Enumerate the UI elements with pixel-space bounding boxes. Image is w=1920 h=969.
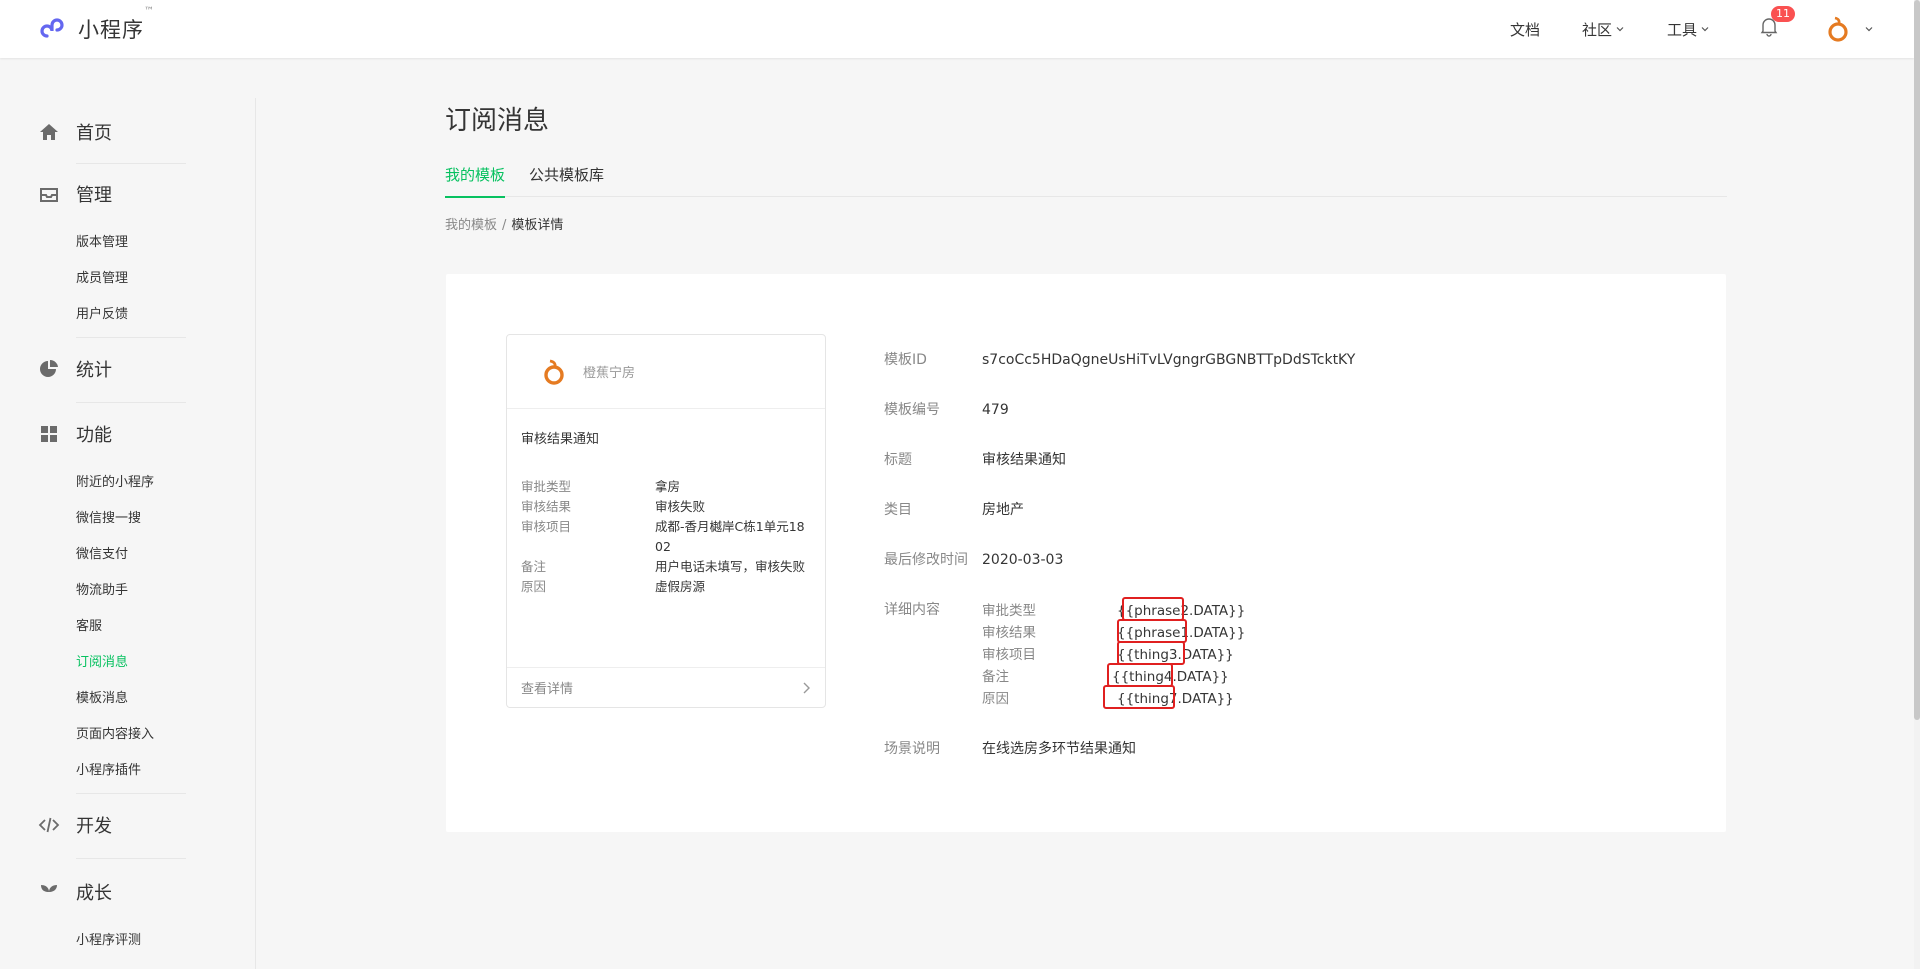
detail-title: 标题 审核结果通知 bbox=[884, 452, 1066, 468]
breadcrumb-parent[interactable]: 我的模板 bbox=[445, 218, 497, 233]
logo[interactable]: 小程序™ bbox=[38, 6, 155, 44]
breadcrumb-current: 模板详情 bbox=[511, 218, 564, 233]
detail-template-id: 模板ID s7coCc5HDaQgneUsHiTvLVgngrGBGNBTTpDd… bbox=[884, 352, 1356, 368]
brand-logo-icon bbox=[544, 359, 564, 385]
sidebar-item-stats[interactable]: 统计 bbox=[0, 350, 255, 388]
preview-brand-name: 橙蕉宁房 bbox=[583, 366, 636, 381]
keyword-list: 审批类型 {{phrase2.DATA}} 审核结果 {{phrase1.DATA}… bbox=[982, 597, 1245, 710]
highlight-box bbox=[1103, 685, 1175, 709]
preview-field: 审核结果 审核失败 bbox=[521, 499, 706, 514]
sidebar-section-stats: 统计 bbox=[0, 338, 255, 403]
template-detail-card: 橙蕉宁房 审核结果通知 审批类型 拿房 审核结果 审核失败 审核项目 成都-香月樾岸C… bbox=[446, 274, 1726, 832]
sprout-icon bbox=[41, 885, 57, 900]
tab-my-templates[interactable]: 我的模板 bbox=[445, 160, 506, 198]
notification-badge: 11 bbox=[1771, 6, 1795, 22]
sidebar-item-members[interactable]: 成员管理 bbox=[0, 261, 255, 297]
nav-docs[interactable]: 文档 bbox=[1510, 19, 1540, 40]
sidebar-item-service[interactable]: 客服 bbox=[0, 609, 255, 645]
code-icon bbox=[38, 817, 60, 833]
sidebar-item-evaluation[interactable]: 小程序评测 bbox=[0, 923, 255, 959]
chevron-right-icon bbox=[803, 682, 810, 693]
sidebar-item-subscribe[interactable]: 订阅消息 bbox=[0, 645, 255, 681]
scrollbar-thumb[interactable] bbox=[1914, 0, 1920, 720]
header-nav: 文档 社区 工具 11 bbox=[1468, 0, 1874, 58]
sidebar-section-features: 功能 附近的小程序 微信搜一搜 微信支付 物流助手 客服 订阅消息 模板消息 页… bbox=[0, 403, 255, 794]
sidebar-section-manage: 管理 版本管理 成员管理 用户反馈 bbox=[0, 164, 255, 338]
nav-tools[interactable]: 工具 bbox=[1667, 19, 1710, 40]
highlight-box bbox=[1117, 641, 1185, 665]
sidebar-section-home: 首页 bbox=[0, 98, 255, 164]
sidebar: 首页 管理 版本管理 成员管理 用户反馈 统计 功能 附近的小程序 微信搜一搜 bbox=[0, 98, 256, 969]
chevron-down-icon bbox=[1865, 27, 1873, 32]
tab-public-library[interactable]: 公共模板库 bbox=[529, 160, 604, 197]
sidebar-item-manage[interactable]: 管理 bbox=[0, 175, 255, 213]
detail-scene: 场景说明 在线选房多环节结果通知 bbox=[884, 741, 1136, 757]
sidebar-item-logistics[interactable]: 物流助手 bbox=[0, 573, 255, 609]
page-title: 订阅消息 bbox=[445, 106, 550, 136]
preview-title: 审核结果通知 bbox=[521, 432, 600, 447]
message-preview: 橙蕉宁房 审核结果通知 审批类型 拿房 审核结果 审核失败 审核项目 成都-香月樾岸C… bbox=[506, 334, 826, 708]
keyword-row: 审批类型 {{phrase2.DATA}} bbox=[982, 597, 1245, 622]
sidebar-item-dev[interactable]: 开发 bbox=[0, 806, 255, 844]
highlight-box bbox=[1117, 619, 1187, 643]
preview-field: 审核项目 成都-香月樾岸C栋1单元1802 bbox=[521, 519, 805, 554]
highlight-box bbox=[1122, 597, 1184, 621]
sidebar-item-growth[interactable]: 成长 bbox=[0, 873, 255, 911]
tab-bar: 我的模板 公共模板库 bbox=[445, 160, 1727, 198]
sidebar-section-dev: 开发 bbox=[0, 794, 255, 859]
detail-category: 类目 房地产 bbox=[884, 502, 1024, 518]
sidebar-item-plugins[interactable]: 小程序插件 bbox=[0, 753, 255, 789]
view-details-link[interactable]: 查看详情 bbox=[507, 667, 825, 707]
detail-content: 详细内容 审批类型 {{phrase2.DATA}} 审核结果 {{phrase1.… bbox=[884, 597, 1355, 710]
preview-field: 备注 用户电话未填写，审核失败 bbox=[521, 559, 806, 574]
keyword-row: 原因 {{thing7.DATA}} bbox=[982, 685, 1245, 710]
chevron-down-icon bbox=[1616, 27, 1624, 32]
detail-template-number: 模板编号 479 bbox=[884, 402, 1009, 418]
sidebar-item-search[interactable]: 微信搜一搜 bbox=[0, 501, 255, 537]
keyword-row: 审核结果 {{phrase1.DATA}} bbox=[982, 619, 1245, 644]
preview-header: 橙蕉宁房 bbox=[507, 335, 825, 409]
sidebar-section-growth: 成长 小程序评测 bbox=[0, 859, 255, 959]
sidebar-item-version[interactable]: 版本管理 bbox=[0, 225, 255, 261]
sidebar-item-nearby[interactable]: 附近的小程序 bbox=[0, 465, 255, 501]
preview-fields: 审批类型 拿房 审核结果 审核失败 审核项目 成都-香月樾岸C栋1单元1802 备注用… bbox=[507, 477, 825, 597]
inbox-icon bbox=[40, 188, 58, 202]
sidebar-item-feedback[interactable]: 用户反馈 bbox=[0, 297, 255, 333]
account-menu[interactable] bbox=[1826, 15, 1874, 43]
highlight-box bbox=[1107, 663, 1173, 687]
logo-text: 小程序™ bbox=[78, 6, 155, 42]
sidebar-item-pay[interactable]: 微信支付 bbox=[0, 537, 255, 573]
sidebar-item-home[interactable]: 首页 bbox=[0, 113, 255, 151]
detail-modified: 最后修改时间 2020-03-03 bbox=[884, 552, 1064, 568]
breadcrumb: 我的模板 / 模板详情 bbox=[445, 218, 564, 233]
page-scrollbar[interactable] bbox=[1914, 0, 1920, 969]
sidebar-item-page-content[interactable]: 页面内容接入 bbox=[0, 717, 255, 753]
pie-chart-icon bbox=[40, 359, 58, 377]
miniprogram-logo-icon bbox=[40, 18, 64, 38]
nav-community[interactable]: 社区 bbox=[1582, 19, 1625, 40]
home-icon bbox=[40, 124, 58, 140]
grid-icon bbox=[41, 426, 57, 442]
notification-button[interactable]: 11 bbox=[1760, 6, 1795, 41]
sidebar-item-features[interactable]: 功能 bbox=[0, 415, 255, 453]
chevron-down-icon bbox=[1701, 27, 1709, 32]
template-details: 模板ID s7coCc5HDaQgneUsHiTvLVgngrGBGNBTTpDd… bbox=[884, 350, 1355, 789]
preview-field: 原因 虚假房源 bbox=[521, 579, 706, 594]
avatar bbox=[1828, 16, 1848, 42]
top-navbar: 小程序™ 文档 社区 工具 11 bbox=[0, 0, 1914, 58]
preview-field: 审批类型 拿房 bbox=[521, 479, 681, 494]
sidebar-item-template-msg[interactable]: 模板消息 bbox=[0, 681, 255, 717]
